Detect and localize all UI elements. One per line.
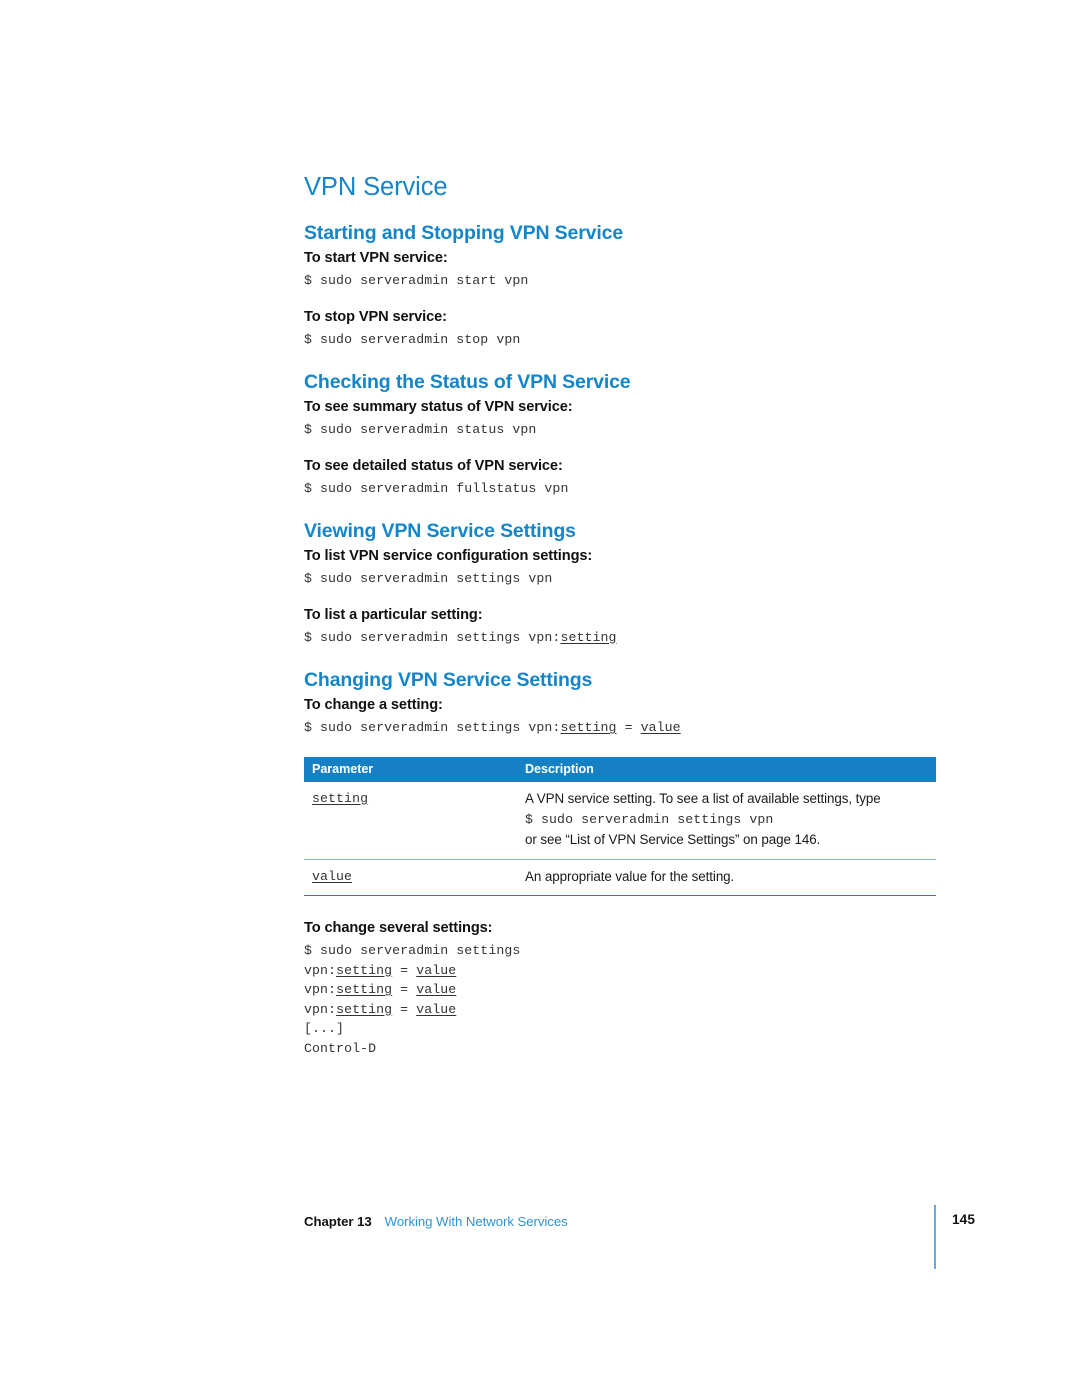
table-header-row: Parameter Description [304,756,936,782]
subheading-to-stop-vpn-service: To stop VPN service: [304,308,447,325]
code-text: vpn: [304,982,337,997]
section-heading-changing-settings: Changing VPN Service Settings [304,669,593,691]
footer-divider-rule [934,1205,937,1269]
table-cell-description: A VPN service setting. To see a list of … [517,781,936,860]
code-placeholder-value: value [640,720,681,735]
subheading-list-config-settings: To list VPN service configuration settin… [304,548,593,564]
code-line-ellipsis: [...] [304,1021,345,1036]
footer-page-number: 145 [952,1212,975,1227]
code-block-status-vpn: $ sudo serveradmin status vpn [304,420,936,440]
code-placeholder-setting: setting [336,962,393,978]
code-text: $ sudo serveradmin settings vpn: [304,720,561,735]
description-text-reference: or see “List of VPN Service Settings” on… [525,832,821,847]
code-line: $ sudo serveradmin settings vpn [304,571,553,586]
code-text: = [392,982,417,997]
subheading-summary-status: To see summary status of VPN service: [304,399,573,415]
table-header-description: Description [517,756,936,782]
page-title: VPN Service [304,173,448,201]
table-header-parameter: Parameter [304,756,517,782]
code-block-start-vpn: $ sudo serveradmin start vpn [304,271,936,291]
code-text: $ sudo serveradmin settings vpn: [304,629,561,645]
subheading-change-several-settings: To change several settings: [304,920,493,936]
section-heading-starting-stopping: Starting and Stopping VPN Service [304,222,624,244]
code-line: $ sudo serveradmin settings [304,943,521,958]
code-line: vpn:setting = value [304,980,936,1000]
table-row: setting A VPN service setting. To see a … [304,781,936,860]
table-row: value An appropriate value for the setti… [304,859,936,896]
document-page: VPN Service Starting and Stopping VPN Se… [0,0,1080,1397]
multi-setting-section: To change several settings: $ sudo serve… [304,918,936,1058]
parameter-table: Parameter Description setting A VPN serv… [304,756,936,897]
page-content: VPN Service Starting and Stopping VPN Se… [304,172,936,1058]
code-block-change-setting: $ sudo serveradmin settings vpn:setting … [304,718,936,738]
code-block-settings-vpn: $ sudo serveradmin settings vpn [304,569,936,589]
section-heading-viewing-settings: Viewing VPN Service Settings [304,520,576,542]
code-line: vpn:setting = value [304,961,936,981]
table-cell-parameter: value [304,859,517,896]
code-text: vpn: [304,962,337,978]
parameter-name-setting: setting [312,790,369,806]
description-code: $ sudo serveradmin settings vpn [525,812,774,827]
description-text: An appropriate value for the setting. [525,868,735,884]
code-placeholder-setting: setting [336,982,393,997]
footer-chapter-number: Chapter 13 [304,1214,372,1229]
code-block-stop-vpn: $ sudo serveradmin stop vpn [304,330,936,350]
code-line: $ sudo serveradmin settings vpn:setting [304,628,936,648]
code-block-change-several-settings: $ sudo serveradmin settings vpn:setting … [304,941,936,1058]
code-block-settings-vpn-setting: $ sudo serveradmin settings vpn:setting [304,628,936,648]
code-line: $ sudo serveradmin stop vpn [304,331,521,347]
footer-chapter-name: Working With Network Services [384,1214,568,1229]
page-footer: Chapter 13 Working With Network Services [304,1213,1004,1237]
section-heading-checking-status: Checking the Status of VPN Service [304,371,631,393]
parameter-name-value: value [312,868,353,884]
code-placeholder-setting: setting [336,1001,393,1017]
code-placeholder-value: value [416,962,457,978]
table-cell-parameter: setting [304,781,517,860]
code-block-fullstatus-vpn: $ sudo serveradmin fullstatus vpn [304,479,936,499]
code-text: = [392,1001,417,1017]
code-placeholder-setting: setting [560,629,617,645]
subheading-detailed-status: To see detailed status of VPN service: [304,457,563,474]
code-line-control-d: Control-D [304,1040,377,1056]
code-text: = [616,720,641,735]
code-line: $ sudo serveradmin fullstatus vpn [304,480,569,496]
description-text: A VPN service setting. To see a list of … [525,790,881,806]
subheading-list-particular-setting: To list a particular setting: [304,606,483,623]
code-placeholder-value: value [416,982,457,997]
subheading-change-a-setting: To change a setting: [304,697,443,713]
table-cell-description: An appropriate value for the setting. [517,859,936,896]
code-placeholder-setting: setting [560,720,617,735]
code-placeholder-value: value [416,1001,457,1017]
code-line: $ sudo serveradmin status vpn [304,422,537,437]
code-text: = [392,962,417,978]
code-line: $ sudo serveradmin settings vpn:setting … [304,718,936,738]
subheading-to-start-vpn-service: To start VPN service: [304,250,448,266]
code-text: vpn: [304,1001,337,1017]
code-line: $ sudo serveradmin start vpn [304,273,529,288]
code-line: vpn:setting = value [304,1000,936,1020]
